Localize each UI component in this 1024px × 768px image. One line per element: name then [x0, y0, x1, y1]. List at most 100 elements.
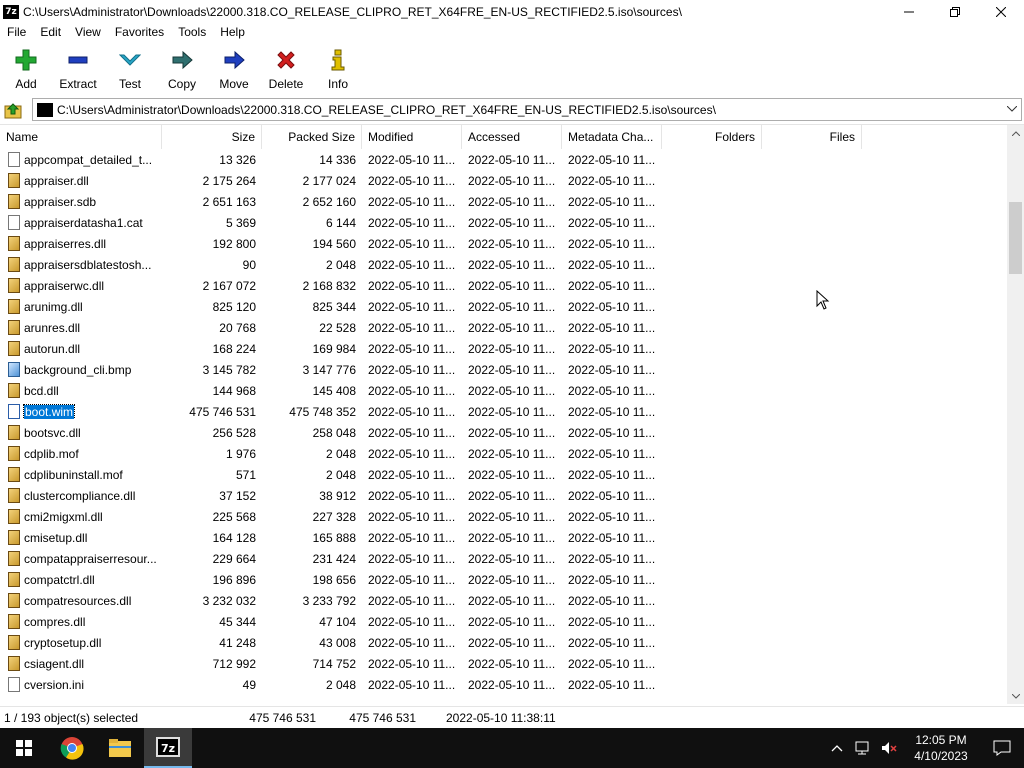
- path-field[interactable]: C:\Users\Administrator\Downloads\22000.3…: [32, 98, 1022, 121]
- file-row[interactable]: compatctrl.dll 196 896 198 656 2022-05-10 1…: [0, 569, 1006, 590]
- move-button[interactable]: Move: [208, 44, 260, 96]
- file-metadata-changed: 2022-05-10 11...: [568, 194, 656, 209]
- file-row[interactable]: cmi2migxml.dll 225 568 227 328 2022-05-10 1…: [0, 506, 1006, 527]
- file-accessed: 2022-05-10 11...: [468, 236, 556, 251]
- file-row[interactable]: appraiser.sdb 2 651 163 2 652 160 2022-05-1…: [0, 191, 1006, 212]
- 7zip-app-icon[interactable]: 7z: [3, 4, 19, 19]
- add-button[interactable]: Add: [0, 44, 52, 96]
- column-files[interactable]: Files: [762, 125, 862, 149]
- column-size[interactable]: Size: [162, 125, 262, 149]
- file-row[interactable]: clustercompliance.dll 37 152 38 912 2022-05…: [0, 485, 1006, 506]
- file-row[interactable]: cdplib.mof 1 976 2 048 2022-05-10 11... 2022…: [0, 443, 1006, 464]
- file-metadata-changed: 2022-05-10 11...: [568, 551, 656, 566]
- up-folder-button[interactable]: [2, 99, 24, 121]
- file-row[interactable]: compatappraiserresour... 229 664 231 424 20…: [0, 548, 1006, 569]
- file-row[interactable]: appraiserwc.dll 2 167 072 2 168 832 2022-05…: [0, 275, 1006, 296]
- scroll-up-button[interactable]: [1007, 125, 1024, 142]
- file-packed-size: 2 168 832: [302, 278, 356, 293]
- column-accessed[interactable]: Accessed: [462, 125, 562, 149]
- taskbar-file-explorer[interactable]: [96, 728, 144, 768]
- vertical-scrollbar[interactable]: [1007, 125, 1024, 704]
- network-icon[interactable]: [852, 728, 874, 768]
- file-accessed: 2022-05-10 11...: [468, 656, 556, 671]
- file-name: appcompat_detailed_t...: [24, 152, 153, 167]
- notification-center-button[interactable]: [980, 728, 1024, 768]
- copy-button[interactable]: Copy: [156, 44, 208, 96]
- file-name-cell: appraiserdatasha1.cat: [0, 215, 162, 230]
- file-row[interactable]: compatresources.dll 3 232 032 3 233 792 202…: [0, 590, 1006, 611]
- column-metadata-changed[interactable]: Metadata Cha...: [562, 125, 662, 149]
- file-row[interactable]: bcd.dll 144 968 145 408 2022-05-10 11... 202…: [0, 380, 1006, 401]
- file-row[interactable]: arunres.dll 20 768 22 528 2022-05-10 11... 2…: [0, 317, 1006, 338]
- menu-tools[interactable]: Tools: [171, 23, 213, 42]
- file-modified: 2022-05-10 11...: [368, 614, 456, 629]
- taskbar: 7z 12:05 PM 4/10/2023: [0, 728, 1024, 768]
- close-button[interactable]: [978, 0, 1024, 23]
- file-row[interactable]: compres.dll 45 344 47 104 2022-05-10 11... 2…: [0, 611, 1006, 632]
- delete-button[interactable]: Delete: [260, 44, 312, 96]
- chevron-down-icon[interactable]: [1005, 102, 1019, 116]
- file-row[interactable]: csiagent.dll 712 992 714 752 2022-05-10 11.…: [0, 653, 1006, 674]
- scroll-down-button[interactable]: [1007, 688, 1024, 704]
- file-row[interactable]: appraisersdblatestosh... 90 2 048 2022-05-1…: [0, 254, 1006, 275]
- file-name-cell: compatresources.dll: [0, 593, 162, 608]
- column-name[interactable]: Name: [0, 125, 162, 149]
- file-packed-size: 2 048: [325, 677, 356, 692]
- file-size: 2 175 264: [202, 173, 256, 188]
- extract-button[interactable]: Extract: [52, 44, 104, 96]
- show-hidden-icons-button[interactable]: [826, 728, 848, 768]
- column-packed-size[interactable]: Packed Size: [262, 125, 362, 149]
- file-packed-size: 2 652 160: [302, 194, 356, 209]
- file-row[interactable]: appcompat_detailed_t... 13 326 14 336 2022-…: [0, 149, 1006, 170]
- file-row[interactable]: autorun.dll 168 224 169 984 2022-05-10 11..…: [0, 338, 1006, 359]
- column-modified[interactable]: Modified: [362, 125, 462, 149]
- file-row[interactable]: boot.wim 475 746 531 475 748 352 2022-05-10…: [0, 401, 1006, 422]
- file-size: 164 128: [212, 530, 256, 545]
- file-row[interactable]: background_cli.bmp 3 145 782 3 147 776 2022…: [0, 359, 1006, 380]
- wim-file-icon: [8, 404, 20, 419]
- scroll-thumb[interactable]: [1009, 202, 1022, 274]
- file-row[interactable]: cryptosetup.dll 41 248 43 008 2022-05-10 11…: [0, 632, 1006, 653]
- taskbar-7zip[interactable]: 7z: [144, 728, 192, 768]
- delete-label: Delete: [268, 77, 304, 91]
- file-packed-size: 6 144: [325, 215, 356, 230]
- file-metadata-changed: 2022-05-10 11...: [568, 467, 656, 482]
- menu-edit[interactable]: Edit: [33, 23, 68, 42]
- start-button[interactable]: [0, 728, 48, 768]
- file-row[interactable]: bootsvc.dll 256 528 258 048 2022-05-10 11..…: [0, 422, 1006, 443]
- file-row[interactable]: cmisetup.dll 164 128 165 888 2022-05-10 11.…: [0, 527, 1006, 548]
- file-name: arunres.dll: [24, 320, 81, 335]
- file-metadata-changed: 2022-05-10 11...: [568, 530, 656, 545]
- column-folders[interactable]: Folders: [662, 125, 762, 149]
- restore-button[interactable]: [932, 0, 978, 23]
- file-name-cell: cmisetup.dll: [0, 530, 162, 545]
- file-row[interactable]: appraiser.dll 2 175 264 2 177 024 2022-05-1…: [0, 170, 1006, 191]
- menu-file[interactable]: File: [0, 23, 33, 42]
- file-name-cell: cdplibuninstall.mof: [0, 467, 162, 482]
- menu-view[interactable]: View: [68, 23, 108, 42]
- menu-help[interactable]: Help: [213, 23, 252, 42]
- taskbar-chrome[interactable]: [48, 728, 96, 768]
- file-name: compatappraiserresour...: [24, 551, 157, 566]
- file-row[interactable]: cversion.ini 49 2 048 2022-05-10 11... 2022-…: [0, 674, 1006, 695]
- file-accessed: 2022-05-10 11...: [468, 572, 556, 587]
- file-row[interactable]: cdplibuninstall.mof 571 2 048 2022-05-10 11…: [0, 464, 1006, 485]
- file-row[interactable]: arunimg.dll 825 120 825 344 2022-05-10 11..…: [0, 296, 1006, 317]
- file-row[interactable]: appraiserdatasha1.cat 5 369 6 144 2022-05-1…: [0, 212, 1006, 233]
- file-metadata-changed: 2022-05-10 11...: [568, 593, 656, 608]
- taskbar-clock[interactable]: 12:05 PM 4/10/2023: [902, 732, 980, 764]
- title-bar[interactable]: 7z C:\Users\Administrator\Downloads\2200…: [0, 0, 1024, 23]
- menu-favorites[interactable]: Favorites: [108, 23, 171, 42]
- file-accessed: 2022-05-10 11...: [468, 341, 556, 356]
- volume-muted-icon[interactable]: [878, 728, 900, 768]
- chevron-up-icon: [1011, 131, 1020, 136]
- minimize-button[interactable]: [886, 0, 932, 23]
- file-accessed: 2022-05-10 11...: [468, 215, 556, 230]
- file-modified: 2022-05-10 11...: [368, 551, 456, 566]
- file-row[interactable]: appraiserres.dll 192 800 194 560 2022-05-10…: [0, 233, 1006, 254]
- file-list[interactable]: Name Size Packed Size Modified Accessed …: [0, 124, 1024, 704]
- move-arrow-icon: [222, 48, 246, 72]
- file-name: boot.wim: [22, 404, 76, 419]
- test-button[interactable]: Test: [104, 44, 156, 96]
- info-button[interactable]: Info: [312, 44, 364, 96]
